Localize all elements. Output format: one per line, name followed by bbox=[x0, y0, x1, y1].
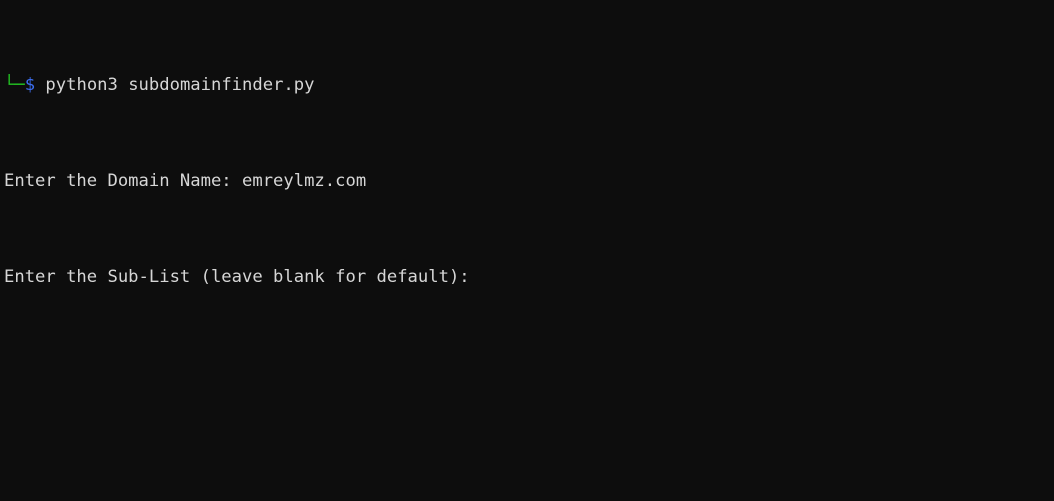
domain-input-value[interactable]: emreylmz.com bbox=[242, 171, 366, 191]
command-text bbox=[35, 75, 45, 95]
prompt-arrow-icon: └─ bbox=[4, 75, 25, 95]
terminal-screen: └─$ python3 subdomainfinder.py Enter the… bbox=[0, 0, 1054, 501]
domain-prompt-label: Enter the Domain Name: bbox=[4, 171, 242, 191]
command-line: └─$ python3 subdomainfinder.py bbox=[4, 73, 1054, 97]
command-input: python3 subdomainfinder.py bbox=[45, 75, 315, 95]
domain-prompt-line: Enter the Domain Name: emreylmz.com bbox=[4, 169, 1054, 193]
prompt-dollar-icon: $ bbox=[24, 75, 36, 95]
sublist-prompt-label: Enter the Sub-List (leave blank for defa… bbox=[4, 267, 470, 287]
terminal-window[interactable]: └─$ python3 subdomainfinder.py Enter the… bbox=[0, 0, 1054, 501]
sublist-prompt-line: Enter the Sub-List (leave blank for defa… bbox=[4, 265, 1054, 289]
